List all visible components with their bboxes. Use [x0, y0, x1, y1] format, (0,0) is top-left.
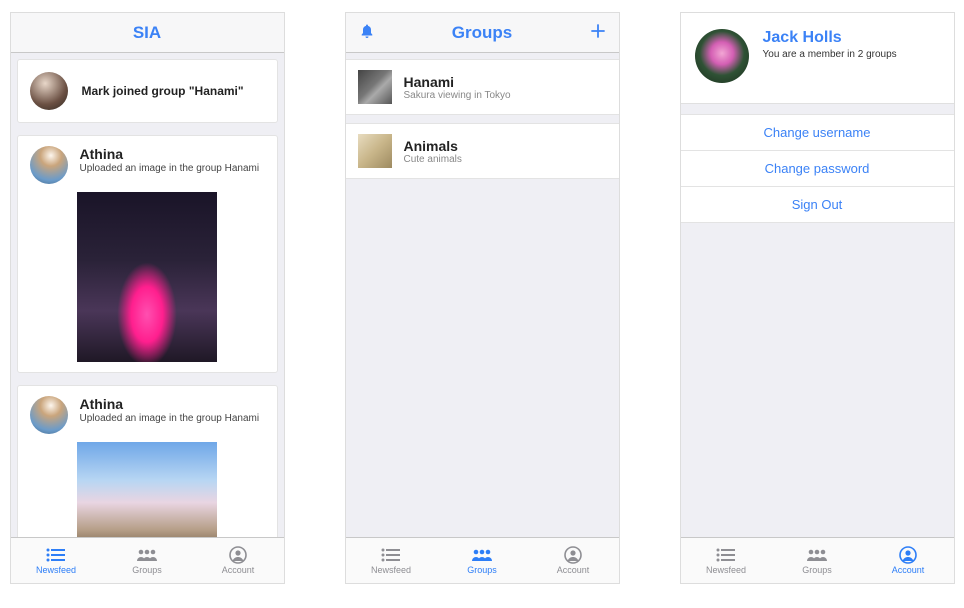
account-subtitle: You are a member in 2 groups	[763, 49, 897, 60]
tab-label: Groups	[467, 565, 497, 575]
newsfeed-content: Mark joined group "Hanami" Athina Upload…	[11, 53, 284, 537]
tabbar: Newsfeed Groups Account	[681, 537, 954, 583]
tab-label: Newsfeed	[36, 565, 76, 575]
tab-groups[interactable]: Groups	[772, 538, 863, 583]
feed-post[interactable]: Athina Uploaded an image in the group Ha…	[17, 135, 278, 373]
screen-groups: Groups Hanami Sakura viewing in Tokyo An…	[345, 12, 620, 584]
tab-account[interactable]: Account	[863, 538, 954, 583]
change-username-button[interactable]: Change username	[681, 114, 954, 151]
tabbar: Newsfeed Groups Account	[11, 537, 284, 583]
group-row[interactable]: Animals Cute animals	[346, 123, 619, 179]
post-desc: Uploaded an image in the group Hanami	[80, 413, 260, 424]
tab-label: Groups	[132, 565, 162, 575]
app-title: SIA	[133, 23, 161, 43]
plus-icon[interactable]	[583, 23, 613, 43]
group-thumbnail	[358, 134, 392, 168]
group-thumbnail	[358, 70, 392, 104]
bell-icon[interactable]	[352, 23, 382, 43]
group-desc: Sakura viewing in Tokyo	[404, 90, 511, 101]
header: SIA	[11, 13, 284, 53]
tab-newsfeed[interactable]: Newsfeed	[681, 538, 772, 583]
post-image[interactable]	[77, 192, 217, 362]
account-icon	[897, 546, 919, 564]
avatar	[30, 146, 68, 184]
join-text: Mark joined group "Hanami"	[82, 84, 244, 98]
post-image[interactable]	[77, 442, 217, 537]
people-icon	[471, 546, 493, 564]
change-password-button[interactable]: Change password	[681, 151, 954, 187]
tab-newsfeed[interactable]: Newsfeed	[11, 538, 102, 583]
join-notification-card[interactable]: Mark joined group "Hanami"	[17, 59, 278, 123]
people-icon	[136, 546, 158, 564]
tab-newsfeed[interactable]: Newsfeed	[346, 538, 437, 583]
group-name: Animals	[404, 138, 462, 154]
tab-groups[interactable]: Groups	[437, 538, 528, 583]
list-icon	[45, 546, 67, 564]
tab-groups[interactable]: Groups	[102, 538, 193, 583]
tab-account[interactable]: Account	[193, 538, 284, 583]
post-desc: Uploaded an image in the group Hanami	[80, 163, 260, 174]
sign-out-button[interactable]: Sign Out	[681, 187, 954, 223]
feed-post[interactable]: Athina Uploaded an image in the group Ha…	[17, 385, 278, 537]
tab-label: Account	[557, 565, 590, 575]
screen-newsfeed: SIA Mark joined group "Hanami" Athina Up…	[10, 12, 285, 584]
account-header: Jack Holls You are a member in 2 groups	[681, 13, 954, 104]
groups-title: Groups	[452, 23, 512, 43]
avatar	[30, 72, 68, 110]
tab-account[interactable]: Account	[528, 538, 619, 583]
tab-label: Groups	[802, 565, 832, 575]
account-content: Jack Holls You are a member in 2 groups …	[681, 13, 954, 537]
group-name: Hanami	[404, 74, 511, 90]
action-label: Change password	[765, 161, 870, 176]
tabbar: Newsfeed Groups Account	[346, 537, 619, 583]
avatar	[30, 396, 68, 434]
action-label: Change username	[764, 125, 871, 140]
people-icon	[806, 546, 828, 564]
avatar	[695, 29, 749, 83]
post-author: Athina	[80, 146, 260, 162]
tab-label: Newsfeed	[706, 565, 746, 575]
tab-label: Newsfeed	[371, 565, 411, 575]
group-desc: Cute animals	[404, 154, 462, 165]
account-name: Jack Holls	[763, 29, 897, 47]
list-icon	[715, 546, 737, 564]
groups-content: Hanami Sakura viewing in Tokyo Animals C…	[346, 53, 619, 537]
tab-label: Account	[892, 565, 925, 575]
screen-account: Jack Holls You are a member in 2 groups …	[680, 12, 955, 584]
header: Groups	[346, 13, 619, 53]
account-icon	[227, 546, 249, 564]
action-label: Sign Out	[792, 197, 843, 212]
list-icon	[380, 546, 402, 564]
tab-label: Account	[222, 565, 255, 575]
group-row[interactable]: Hanami Sakura viewing in Tokyo	[346, 59, 619, 115]
account-icon	[562, 546, 584, 564]
post-author: Athina	[80, 396, 260, 412]
